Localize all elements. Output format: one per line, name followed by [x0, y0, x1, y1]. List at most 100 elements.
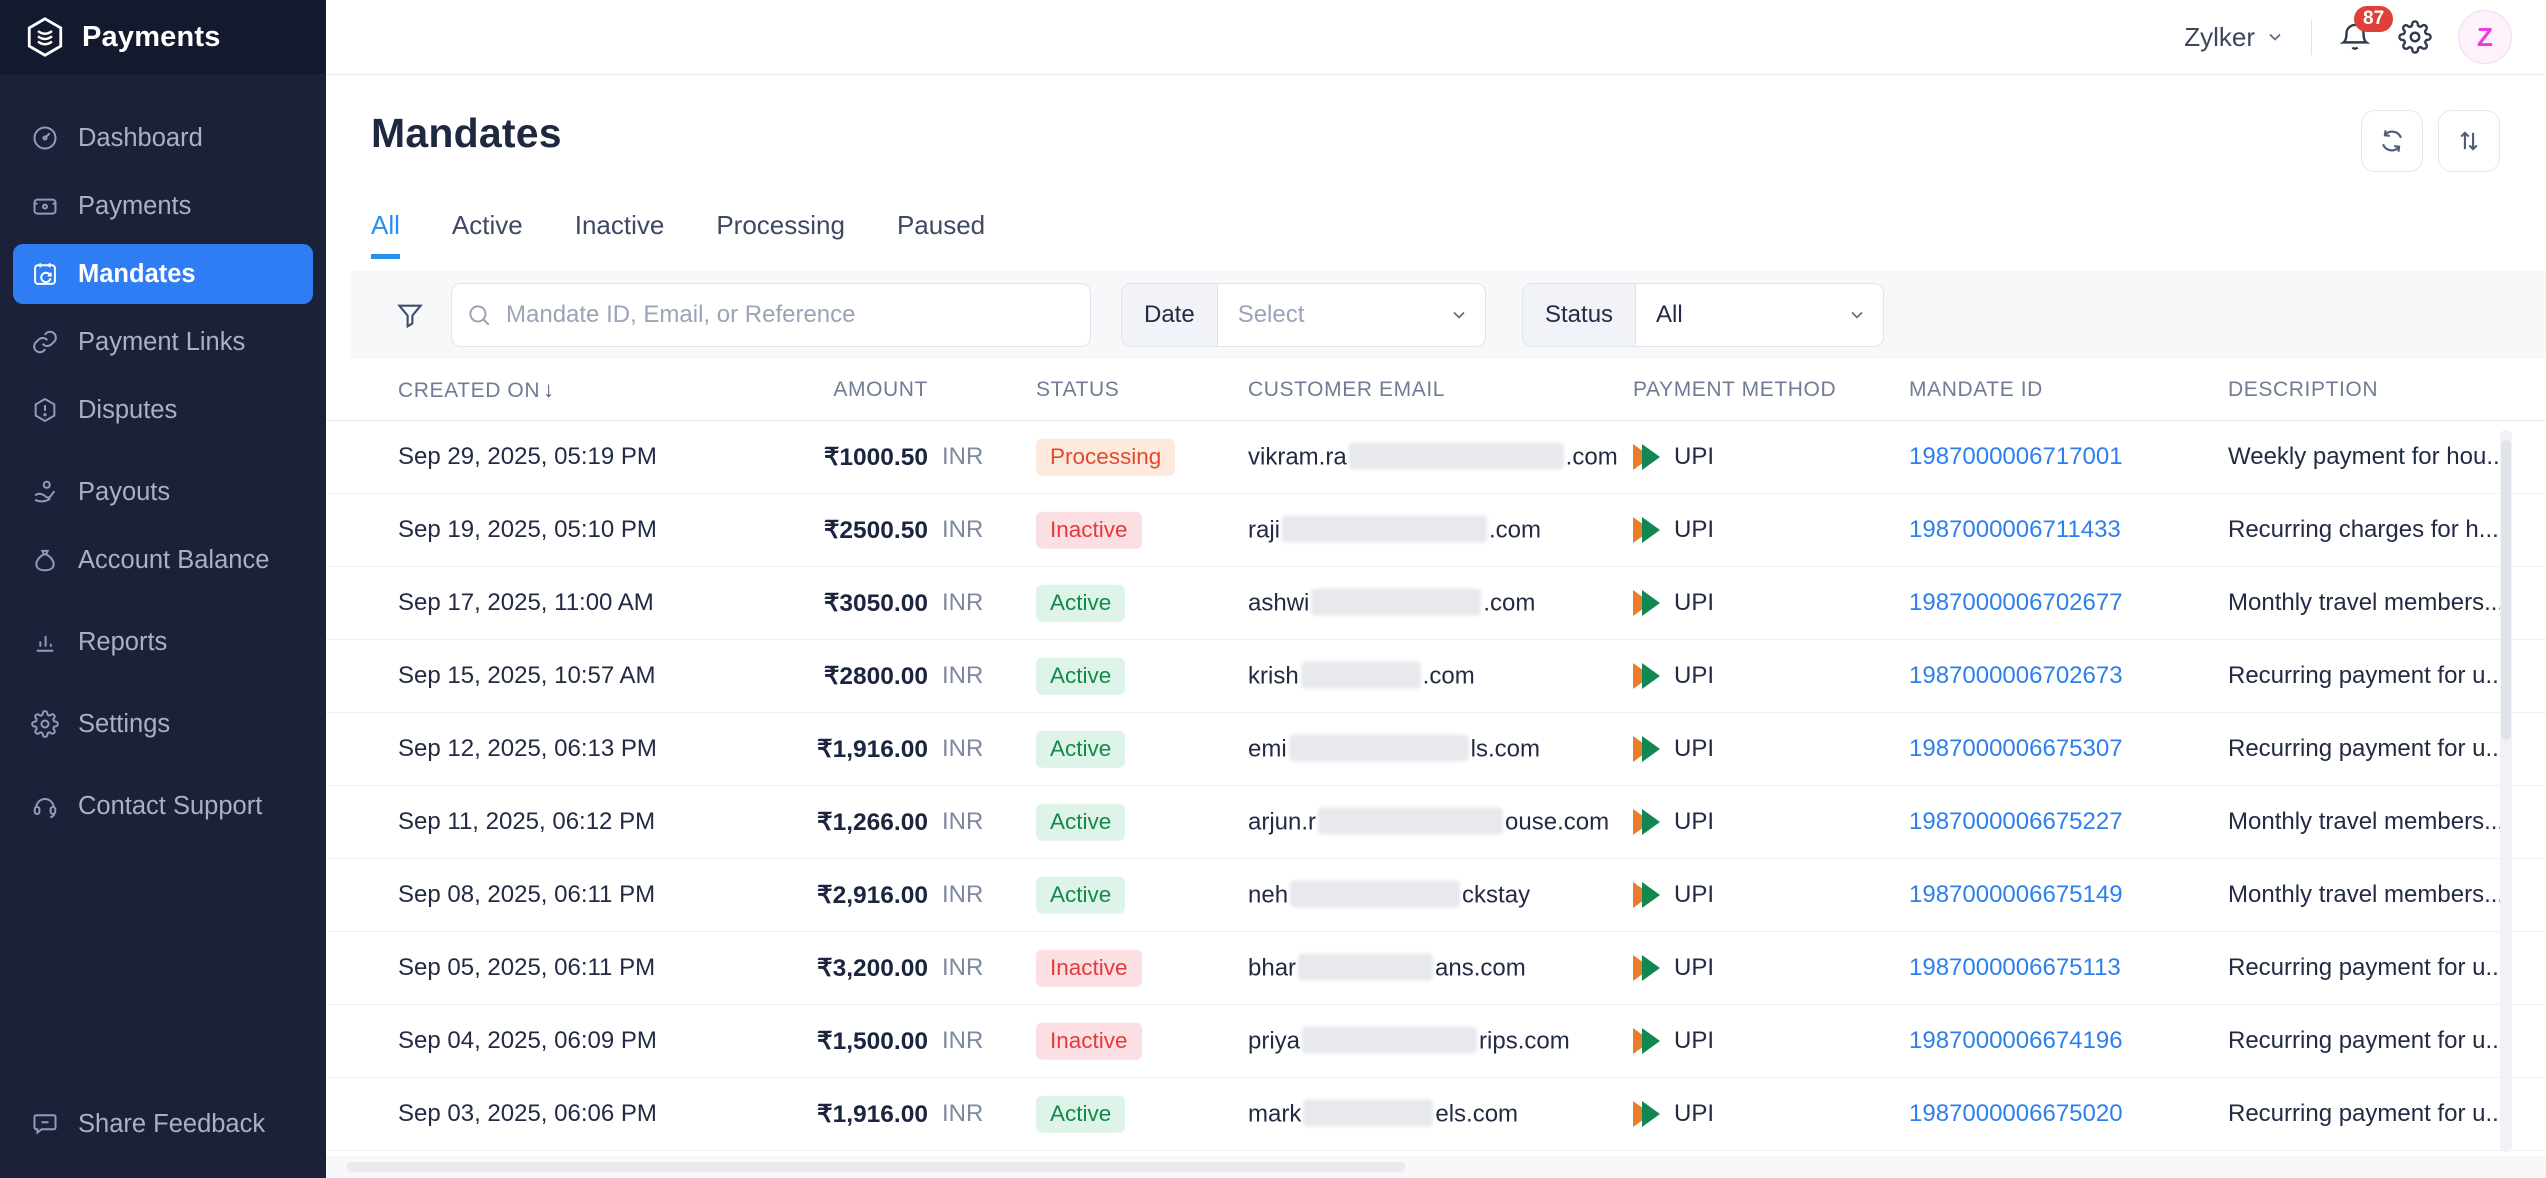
mandate-id-link[interactable]: 1987000006717001	[1909, 443, 2123, 471]
status-badge: Active	[1036, 804, 1125, 841]
mandate-id-link[interactable]: 1987000006702677	[1909, 589, 2123, 617]
horizontal-scrollbar[interactable]	[326, 1156, 2546, 1178]
table-row[interactable]: Sep 12, 2025, 06:13 PM ₹1,916.00 INR Act…	[326, 713, 2546, 786]
date-filter-label: Date	[1122, 284, 1218, 346]
notifications-button[interactable]: 87	[2338, 20, 2372, 54]
sidebar-item-disputes[interactable]: Disputes	[13, 380, 313, 440]
chevron-down-icon	[1847, 305, 1867, 325]
status-badge: Inactive	[1036, 512, 1142, 549]
cell-amount: ₹1000.50	[756, 442, 928, 472]
redacted-email-segment	[1311, 589, 1481, 616]
sidebar-item-reports[interactable]: Reports	[13, 612, 313, 672]
sidebar-item-account-balance[interactable]: Account Balance	[13, 530, 313, 590]
org-name: Zylker	[2184, 22, 2255, 53]
cell-created-on: Sep 29, 2025, 05:19 PM	[398, 443, 657, 471]
cell-payment-method: UPI	[1633, 662, 1714, 690]
sidebar-item-contact-support[interactable]: Contact Support	[13, 776, 313, 836]
mandate-id-link[interactable]: 1987000006675227	[1909, 808, 2123, 836]
mandate-id-link[interactable]: 1987000006675149	[1909, 881, 2123, 909]
sidebar-item-payouts[interactable]: Payouts	[13, 462, 313, 522]
cell-currency: INR	[942, 662, 983, 690]
settings-button[interactable]	[2398, 20, 2432, 54]
cell-amount: ₹2500.50	[756, 515, 928, 545]
mandate-id-link[interactable]: 1987000006675020	[1909, 1100, 2123, 1128]
table-row[interactable]: Sep 05, 2025, 06:11 PM ₹3,200.00 INR Ina…	[326, 932, 2546, 1005]
sidebar-item-settings[interactable]: Settings	[13, 694, 313, 754]
cell-created-on: Sep 04, 2025, 06:09 PM	[398, 1027, 657, 1055]
horizontal-scrollbar-thumb[interactable]	[346, 1162, 1406, 1172]
cell-payment-method: UPI	[1633, 1100, 1714, 1128]
upi-logo-icon	[1633, 516, 1663, 544]
sidebar-item-label: Disputes	[78, 396, 177, 425]
upi-logo-icon	[1633, 589, 1663, 617]
redacted-email-segment	[1349, 443, 1564, 470]
column-header-customer-email[interactable]: CUSTOMER EMAIL	[1248, 378, 1445, 402]
search-input[interactable]	[506, 301, 1076, 329]
column-header-created-on[interactable]: CREATED ON↓	[398, 377, 555, 403]
avatar[interactable]: Z	[2458, 10, 2512, 64]
mandate-id-link[interactable]: 1987000006711433	[1909, 516, 2121, 544]
mandate-id-link[interactable]: 1987000006675307	[1909, 735, 2123, 763]
status-badge: Active	[1036, 585, 1125, 622]
refresh-button[interactable]	[2361, 110, 2423, 172]
column-header-mandate-id[interactable]: MANDATE ID	[1909, 378, 2043, 402]
cell-customer-email: bharans.com	[1248, 954, 1526, 983]
sidebar-item-mandates[interactable]: Mandates	[13, 244, 313, 304]
cell-customer-email: vikram.ra.com	[1248, 443, 1618, 472]
cell-description: Recurring charges for h...	[2228, 516, 2540, 544]
cell-payment-method: UPI	[1633, 589, 1714, 617]
tab-processing[interactable]: Processing	[716, 210, 845, 259]
table-row[interactable]: Sep 17, 2025, 11:00 AM ₹3050.00 INR Acti…	[326, 567, 2546, 640]
mandate-id-link[interactable]: 1987000006702673	[1909, 662, 2123, 690]
vertical-scrollbar[interactable]	[2500, 430, 2512, 1152]
column-header-amount[interactable]: AMOUNT	[756, 378, 928, 402]
cell-currency: INR	[942, 808, 983, 836]
column-header-description[interactable]: DESCRIPTION	[2228, 378, 2540, 402]
sidebar-item-share-feedback[interactable]: Share Feedback	[13, 1094, 313, 1154]
table-row[interactable]: Sep 19, 2025, 05:10 PM ₹2500.50 INR Inac…	[326, 494, 2546, 567]
page-actions	[2361, 110, 2500, 172]
column-header-payment-method[interactable]: PAYMENT METHOD	[1633, 378, 1836, 402]
date-filter-select[interactable]: Date Select	[1121, 283, 1486, 347]
sidebar-item-dashboard[interactable]: Dashboard	[13, 108, 313, 168]
table-row[interactable]: Sep 29, 2025, 05:19 PM ₹1000.50 INR Proc…	[326, 421, 2546, 494]
mandate-id-link[interactable]: 1987000006675113	[1909, 954, 2121, 982]
table-row[interactable]: Sep 04, 2025, 06:09 PM ₹1,500.00 INR Ina…	[326, 1005, 2546, 1078]
cell-amount: ₹1,916.00	[756, 734, 928, 764]
sort-button[interactable]	[2438, 110, 2500, 172]
sidebar-item-payment-links[interactable]: Payment Links	[13, 312, 313, 372]
filter-funnel-button[interactable]	[395, 300, 425, 330]
sidebar-item-label: Settings	[78, 710, 170, 739]
link-icon	[31, 328, 59, 356]
status-tabs: All Active Inactive Processing Paused	[371, 210, 2500, 259]
status-filter-select[interactable]: Status All	[1522, 283, 1884, 347]
tab-active[interactable]: Active	[452, 210, 523, 259]
status-badge: Active	[1036, 731, 1125, 768]
sidebar-item-label: Share Feedback	[78, 1110, 265, 1139]
upi-logo-icon	[1633, 881, 1663, 909]
tab-all[interactable]: All	[371, 210, 400, 259]
table-row[interactable]: Sep 15, 2025, 10:57 AM ₹2800.00 INR Acti…	[326, 640, 2546, 713]
cell-created-on: Sep 03, 2025, 06:06 PM	[398, 1100, 657, 1128]
sidebar-item-label: Payouts	[78, 478, 170, 507]
cell-created-on: Sep 11, 2025, 06:12 PM	[398, 808, 655, 836]
table-row[interactable]: Sep 08, 2025, 06:11 PM ₹2,916.00 INR Act…	[326, 859, 2546, 932]
cell-status: Active	[1036, 1096, 1125, 1133]
chevron-down-icon	[2265, 27, 2285, 47]
search-icon	[466, 302, 492, 328]
org-switcher[interactable]: Zylker	[2184, 22, 2285, 53]
table-row[interactable]: Sep 11, 2025, 06:12 PM ₹1,266.00 INR Act…	[326, 786, 2546, 859]
cell-description: Recurring payment for u...	[2228, 662, 2540, 690]
sidebar-item-label: Payment Links	[78, 328, 245, 357]
vertical-scrollbar-thumb[interactable]	[2501, 440, 2511, 740]
table-row[interactable]: Sep 03, 2025, 06:06 PM ₹1,916.00 INR Act…	[326, 1078, 2546, 1151]
upi-logo-icon	[1633, 808, 1663, 836]
dispute-alert-icon	[31, 396, 59, 424]
tab-inactive[interactable]: Inactive	[575, 210, 665, 259]
cell-amount: ₹1,916.00	[756, 1099, 928, 1129]
cell-customer-email: emils.com	[1248, 735, 1540, 764]
column-header-status[interactable]: STATUS	[1036, 378, 1119, 402]
sidebar-item-payments[interactable]: Payments	[13, 176, 313, 236]
mandate-id-link[interactable]: 1987000006674196	[1909, 1027, 2123, 1055]
tab-paused[interactable]: Paused	[897, 210, 985, 259]
